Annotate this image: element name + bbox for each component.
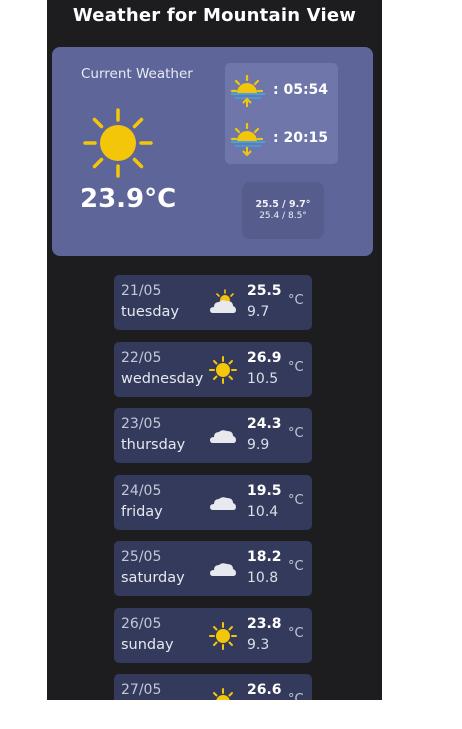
forecast-date: 26/05 (121, 615, 162, 632)
partly-cloudy-icon (208, 288, 238, 318)
sun-icon (208, 355, 238, 385)
forecast-min-temp: 10.8 (247, 570, 279, 586)
forecast-row[interactable]: 26/05 sunday 23.8 9.3 °C (114, 607, 312, 663)
current-weather-card: Current Weather 23.9°C: 05:54: 20:15 2… (52, 47, 373, 256)
forecast-date: 22/05 (121, 349, 162, 366)
forecast-day: thursday (121, 437, 186, 453)
forecast-min-temp: 10.5 (247, 370, 279, 387)
forecast-min-temp: 10.4 (247, 503, 279, 520)
forecast-unit: °C (288, 293, 304, 308)
page-title: Weather for Mountain View (72, 5, 357, 26)
forecast-row[interactable]: 24/05 friday 19.5 10.4 °C (114, 474, 312, 530)
forecast-min-temp: 9.9 (247, 437, 270, 453)
cloud-icon (208, 421, 238, 451)
min-max-secondary: 25.4 / 8.5° (259, 211, 307, 221)
forecast-max-temp: 24.3 (247, 416, 282, 432)
sunset-row: : 20:15 (229, 121, 335, 157)
forecast-date: 27/05 (121, 682, 162, 698)
forecast-max-temp: 25.5 (247, 283, 282, 299)
sunrise-time: : 05:54 (273, 82, 329, 98)
forecast-day: tuesday (121, 304, 180, 320)
forecast-max-temp: 26.6 (247, 682, 282, 698)
min-max-today: 25.5 / 9.7° (255, 199, 311, 210)
forecast-max-temp: 19.5 (247, 482, 282, 499)
sun-icon (208, 621, 238, 651)
current-weather-label: Current Weather (81, 66, 193, 82)
forecast-unit: °C (288, 692, 304, 700)
forecast-day: saturday (121, 570, 185, 586)
forecast-date: 23/05 (121, 416, 162, 432)
sunrise-icon (230, 74, 265, 107)
forecast-max-temp: 26.9 (247, 349, 282, 366)
forecast-unit: °C (288, 359, 304, 375)
forecast-row[interactable]: 25/05 saturday 18.2 10.8 °C (114, 541, 312, 596)
sun-icon (80, 105, 156, 181)
forecast-row[interactable]: 23/05 thursday 24.3 9.9 °C (114, 408, 312, 463)
forecast-unit: °C (288, 559, 304, 574)
forecast-unit: °C (288, 426, 304, 441)
forecast-unit: °C (288, 492, 304, 508)
forecast-day: sunday (121, 636, 174, 653)
forecast-max-temp: 18.2 (247, 549, 282, 565)
min-max-panel: 25.5 / 9.7° 25.4 / 8.5° (242, 182, 324, 239)
forecast-date: 21/05 (121, 283, 162, 299)
forecast-min-temp: 9.7 (247, 304, 270, 320)
forecast-row[interactable]: 21/05 tuesday 25.5 9.7 °C (114, 275, 312, 330)
sunset-time: : 20:15 (273, 130, 329, 146)
forecast-row[interactable]: 22/05 wednesday 26.9 10.5 °C (114, 341, 312, 397)
sunset-icon (230, 122, 265, 157)
cloud-icon (208, 554, 238, 584)
forecast-date: 25/05 (121, 549, 162, 565)
current-temperature: 23.9°C (80, 184, 177, 214)
forecast-min-temp: 9.3 (247, 636, 270, 653)
forecast-row[interactable]: 27/05 26.6 °C (114, 674, 312, 700)
app-screen: Weather for Mountain View Current Weathe… (47, 0, 382, 700)
forecast-unit: °C (288, 625, 304, 641)
forecast-day: wednesday (121, 370, 204, 387)
forecast-day: friday (121, 503, 163, 520)
sun-times-panel: : 05:54 : 20:15 (225, 63, 338, 164)
sunrise-row: : 05:54 (229, 73, 335, 109)
sun-icon (208, 687, 238, 700)
forecast-max-temp: 23.8 (247, 615, 282, 632)
forecast-date: 24/05 (121, 482, 162, 499)
cloud-icon (208, 488, 238, 518)
